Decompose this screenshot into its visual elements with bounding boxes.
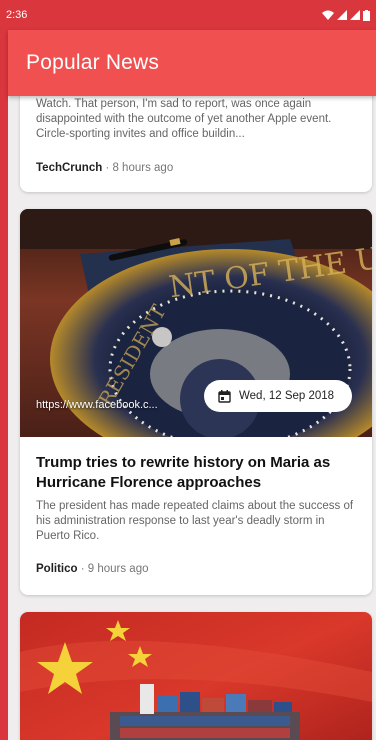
app-bar: Popular News xyxy=(8,30,376,96)
article-time: · 8 hours ago xyxy=(102,162,174,174)
battery-icon xyxy=(363,9,370,21)
date-chip: Wed, 12 Sep 2018 xyxy=(204,380,352,412)
image-source-url: https://www.facebook.c... xyxy=(36,399,158,411)
status-icons xyxy=(322,9,370,21)
status-bar: 2:36 xyxy=(0,0,376,30)
article-meta: Politico · 9 hours ago xyxy=(36,563,149,575)
status-time: 2:36 xyxy=(6,9,28,21)
calendar-icon xyxy=(218,389,231,403)
article-title[interactable]: Trump tries to rewrite history on Maria … xyxy=(36,453,356,493)
article-description: Watch. That person, I'm sad to report, w… xyxy=(36,98,332,140)
article-source: Politico xyxy=(36,563,78,575)
signal-icon xyxy=(337,10,347,20)
news-card[interactable] xyxy=(20,612,372,740)
article-date: Wed, 12 Sep 2018 xyxy=(239,390,335,402)
article-meta: TechCrunch · 8 hours ago xyxy=(36,162,173,174)
page-title: Popular News xyxy=(26,51,160,74)
news-list[interactable]: Watch. That person, I'm sad to report, w… xyxy=(8,96,376,740)
phone-frame-edge xyxy=(0,0,8,740)
news-card[interactable]: NT OF THE UNIT RESIDENT https://www.face… xyxy=(20,209,372,595)
news-card[interactable]: Watch. That person, I'm sad to report, w… xyxy=(20,96,372,192)
signal-icon-2 xyxy=(350,10,360,20)
wifi-icon xyxy=(322,10,334,20)
article-image: NT OF THE UNIT RESIDENT https://www.face… xyxy=(20,209,372,437)
china-flag-cargo-ship-image xyxy=(20,612,372,740)
article-source: TechCrunch xyxy=(36,162,103,174)
article-description: The president has made repeated claims a… xyxy=(36,500,354,542)
article-time: · 9 hours ago xyxy=(77,563,149,575)
